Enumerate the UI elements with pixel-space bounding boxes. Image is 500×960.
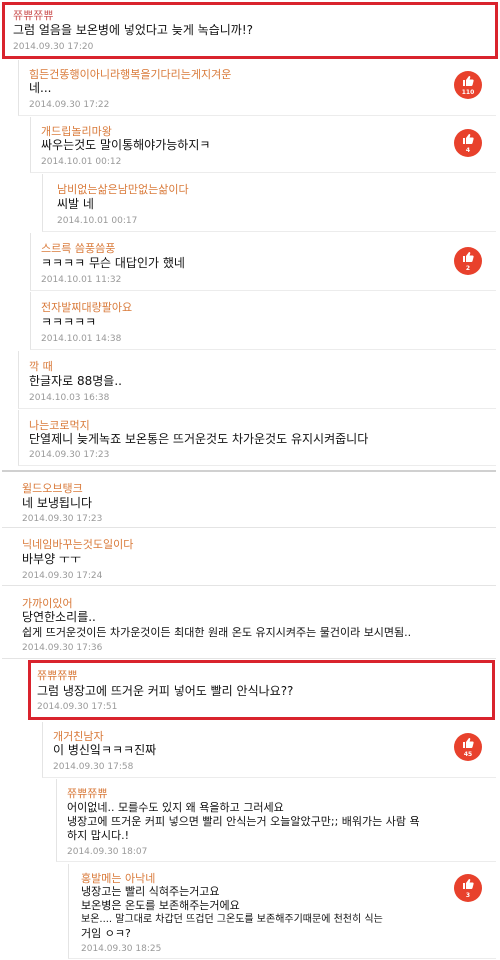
comment-item: 남비없는삶은남만없는삶이다 씨발 네 2014.10.01 00:17 bbox=[42, 174, 496, 232]
comment-item: 스르륵 씀풍씀풍 ㅋㅋㅋㅋ 무슨 대답인가 했네 2014.10.01 11:3… bbox=[30, 233, 496, 291]
comment-text: ㅋㅋㅋㅋ 무슨 대답인가 했네 bbox=[41, 256, 185, 270]
comment-date: 2014.09.30 17:58 bbox=[53, 762, 134, 772]
comment-text: 거임 ㅇㅋ? bbox=[81, 927, 131, 940]
comment-date: 2014.09.30 17:51 bbox=[37, 702, 118, 712]
comment-author[interactable]: 스르륵 씀풍씀풍 bbox=[41, 240, 115, 256]
comment-item: 나는코로먹지 단열제니 늦게녹죠 보온통은 뜨거운것도 차가운것도 유지시켜줍니… bbox=[18, 410, 496, 466]
comment-date: 2014.09.30 17:22 bbox=[29, 100, 110, 110]
comment-text: 씨발 네 bbox=[57, 197, 94, 211]
like-count: 45 bbox=[463, 751, 473, 758]
comment-author[interactable]: 가까이있어 bbox=[22, 595, 73, 611]
comment-author[interactable]: 닉네임바꾸는것도일이다 bbox=[22, 536, 133, 552]
comment-date: 2014.09.30 17:36 bbox=[22, 643, 103, 653]
comment-date: 2014.09.30 17:23 bbox=[29, 450, 110, 460]
like-button[interactable]: 110 bbox=[454, 71, 482, 99]
thumbs-up-icon bbox=[463, 252, 474, 262]
comment-item: 쮸쀼쮸쀼 어이없네.. 모를수도 있지 왜 욕을하고 그러세요 냉장고에 뜨거운… bbox=[56, 779, 496, 862]
comment-item: 개거친남자 이 병신잌ㅋㅋㅋ진짜 2014.09.30 17:58 45 bbox=[42, 722, 496, 778]
comment-author[interactable]: 힘든건똥행이아니라행복을기다리는게지겨운 bbox=[29, 66, 231, 82]
comment-text: 바부양 ㅜㅜ bbox=[22, 552, 82, 566]
comment-item: 개드립놀리마왕 싸우는것도 말이통해야가능하지ㅋ 2014.10.01 00:1… bbox=[30, 117, 496, 173]
thumbs-up-icon bbox=[463, 879, 474, 889]
comment-item: 윌드오브탱크 네 보냉됩니다 2014.09.30 17:23 bbox=[2, 474, 496, 528]
comment-text: ㅋㅋㅋㅋㅋ bbox=[41, 315, 97, 329]
comment-date: 2014.10.03 16:38 bbox=[29, 393, 110, 403]
comment-date: 2014.09.30 17:23 bbox=[22, 514, 103, 524]
like-count: 110 bbox=[461, 89, 475, 96]
comment-text: 당연한소리를.. bbox=[22, 610, 96, 624]
comment-date: 2014.10.01 00:17 bbox=[57, 216, 138, 226]
comment-item: 깍 때 한글자로 88명을.. 2014.10.03 16:38 bbox=[18, 351, 496, 409]
comment-text: 그럼 얼음을 보온병에 넣었다고 늦게 녹습니까!? bbox=[13, 23, 254, 37]
like-button[interactable]: 2 bbox=[454, 247, 482, 275]
like-count: 4 bbox=[465, 147, 471, 154]
comment-text: 싸우는것도 말이통해야가능하지ㅋ bbox=[41, 138, 211, 152]
comment-item: 쮸쀼쮸쀼 그럼 얼음을 보온병에 넣었다고 늦게 녹습니까!? 2014.09.… bbox=[2, 2, 498, 59]
like-count: 3 bbox=[465, 892, 471, 899]
comment-date: 2014.09.30 18:25 bbox=[81, 944, 162, 954]
comment-text: 보온.... 말그대로 차갑던 뜨겁던 그온도를 보존해주기때문에 천천히 식는 bbox=[81, 914, 383, 925]
comment-item: 가까이있어 당연한소리를.. 쉽게 뜨거운것이든 차가운것이든 최대한 원래 온… bbox=[2, 587, 496, 659]
comment-text: 단열제니 늦게녹죠 보온통은 뜨거운것도 차가운것도 유지시켜줍니다 bbox=[29, 432, 369, 446]
comment-text: 이 병신잌ㅋㅋㅋ진짜 bbox=[53, 743, 157, 757]
comment-author[interactable]: 깍 때 bbox=[29, 358, 53, 374]
comment-item: 홍발메는 아낙네 냉장고는 빨리 식혀주는거고요 보온병은 온도를 보존해주는거… bbox=[68, 864, 496, 959]
comment-author[interactable]: 쮸쀼쮸쀼 bbox=[67, 785, 107, 801]
thumbs-up-icon bbox=[463, 76, 474, 86]
comment-text: 어이없네.. 모를수도 있지 왜 욕을하고 그러세요 bbox=[67, 801, 284, 814]
thumbs-up-icon bbox=[463, 738, 474, 748]
comment-author[interactable]: 남비없는삶은남만없는삶이다 bbox=[57, 181, 189, 197]
thread-divider bbox=[2, 470, 496, 472]
comment-date: 2014.09.30 18:07 bbox=[67, 847, 148, 857]
comment-text: 보온병은 온도를 보존해주는거에요 bbox=[81, 899, 240, 912]
comment-author[interactable]: 쮸쀼쮸쀼 bbox=[37, 667, 77, 683]
comment-text: 한글자로 88명을.. bbox=[29, 374, 122, 388]
comment-text: 쉽게 뜨거운것이든 차가운것이든 최대한 원래 온도 유지시켜주는 물건이라 보… bbox=[22, 626, 412, 639]
like-button[interactable]: 45 bbox=[454, 733, 482, 761]
thumbs-up-icon bbox=[463, 134, 474, 144]
comment-text: 냉장고는 빨리 식혀주는거고요 bbox=[81, 885, 220, 898]
comment-date: 2014.10.01 14:38 bbox=[41, 334, 122, 344]
comment-author[interactable]: 전자발찌대량팔아요 bbox=[41, 299, 132, 315]
like-count: 2 bbox=[465, 265, 471, 272]
comment-date: 2014.09.30 17:24 bbox=[22, 571, 103, 581]
comment-author[interactable]: 윌드오브탱크 bbox=[22, 480, 83, 496]
comment-author[interactable]: 나는코로먹지 bbox=[29, 417, 90, 433]
like-button[interactable]: 4 bbox=[454, 129, 482, 157]
comment-author[interactable]: 개거친남자 bbox=[53, 728, 104, 744]
comment-text: 네... bbox=[29, 81, 52, 95]
comment-item: 쮸쀼쮸쀼 그럼 냉장고에 뜨거운 커피 넣어도 빨리 안식나요?? 2014.0… bbox=[28, 660, 495, 720]
comment-text: 네 보냉됩니다 bbox=[22, 496, 93, 510]
comment-author[interactable]: 쮸쀼쮸쀼 bbox=[13, 7, 53, 23]
like-button[interactable]: 3 bbox=[454, 874, 482, 902]
comment-text: 냉장고에 뜨거운 커피 넣으면 빨리 안식는거 오늘알았구만;; 배워가는 사람… bbox=[67, 815, 420, 828]
comment-item: 힘든건똥행이아니라행복을기다리는게지겨운 네... 2014.09.30 17:… bbox=[18, 60, 496, 116]
comment-date: 2014.09.30 17:20 bbox=[13, 42, 94, 52]
comment-date: 2014.10.01 11:32 bbox=[41, 275, 122, 285]
comment-text: 그럼 냉장고에 뜨거운 커피 넣어도 빨리 안식나요?? bbox=[37, 684, 294, 698]
comment-author[interactable]: 개드립놀리마왕 bbox=[41, 123, 112, 139]
comment-item: 닉네임바꾸는것도일이다 바부양 ㅜㅜ 2014.09.30 17:24 bbox=[2, 529, 496, 586]
comment-text: 하지 맙시다.! bbox=[67, 829, 130, 842]
comment-item: 전자발찌대량팔아요 ㅋㅋㅋㅋㅋ 2014.10.01 14:38 bbox=[30, 292, 496, 350]
comment-date: 2014.10.01 00:12 bbox=[41, 157, 122, 167]
